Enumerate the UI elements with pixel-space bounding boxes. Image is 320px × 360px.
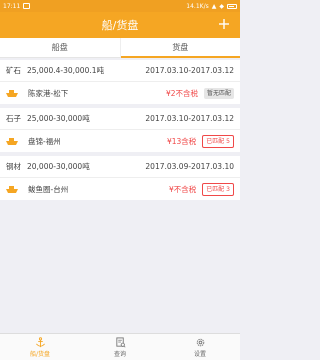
plus-icon <box>219 19 229 29</box>
battery-icon <box>227 3 237 9</box>
bottom-nav: 船/货盘 查询 设置 <box>0 333 240 360</box>
card-info-row: 石子 25,000-30,000吨 2017.03.10-2017.03.12 <box>0 108 240 130</box>
add-button[interactable] <box>214 14 234 34</box>
card-route-row: 陈家港-松下 ¥2不含税 暂无匹配 <box>0 82 240 104</box>
status-badge: 暂无匹配 <box>203 87 234 99</box>
cargo-type: 石子 <box>6 114 21 123</box>
nav-item-query[interactable]: 查询 <box>80 334 160 360</box>
card-info-row: 钢材 20,000-30,000吨 2017.03.09-2017.03.10 <box>0 156 240 178</box>
route: 盘锦-福州 <box>28 136 61 146</box>
cargo-quantity: 25,000-30,000吨 <box>27 114 90 123</box>
ship-icon <box>6 184 20 194</box>
nav-label: 查询 <box>113 350 126 358</box>
cargo-quantity: 20,000-30,000吨 <box>27 162 90 171</box>
card-route-row: 鲅鱼圈-台州 ¥不含税 已匹配 3 <box>0 178 240 200</box>
anchor-icon <box>35 336 45 347</box>
cargo-type: 钢材 <box>6 162 21 171</box>
price: ¥13含税 <box>166 136 197 146</box>
status-badge[interactable]: 已匹配 3 <box>202 182 234 196</box>
network-speed: 14.1K/s <box>186 2 209 10</box>
tab-cargo[interactable]: 货盘 <box>119 38 241 58</box>
price: ¥不含税 <box>168 184 197 194</box>
card-route-row: 盘锦-福州 ¥13含税 已匹配 5 <box>0 130 240 152</box>
nav-item-ship-cargo[interactable]: 船/货盘 <box>0 334 80 360</box>
list-item[interactable]: 矿石 25,000.4-30,000.1吨 2017.03.10-2017.03… <box>0 60 240 104</box>
date-range: 2017.03.09-2017.03.10 <box>145 162 234 171</box>
date-range: 2017.03.10-2017.03.12 <box>145 66 234 75</box>
status-badge[interactable]: 已匹配 5 <box>202 134 234 148</box>
nav-label: 船/货盘 <box>29 350 51 358</box>
cargo-type: 矿石 <box>6 66 21 75</box>
tab-ship-label: 船盘 <box>51 43 68 52</box>
price: ¥2不含税 <box>165 88 198 98</box>
route: 陈家港-松下 <box>28 88 69 98</box>
page-title: 船/货盘 <box>101 19 139 32</box>
gear-icon <box>196 338 204 346</box>
route: 鲅鱼圈-台州 <box>28 184 69 194</box>
cargo-quantity: 25,000.4-30,000.1吨 <box>27 66 105 75</box>
cargo-list: 矿石 25,000.4-30,000.1吨 2017.03.10-2017.03… <box>0 60 240 204</box>
date-range: 2017.03.10-2017.03.12 <box>145 114 234 123</box>
document-search-icon <box>115 336 126 348</box>
nav-label: 设置 <box>193 350 206 358</box>
wifi-icon: ◆ <box>219 2 224 10</box>
tab-bar: 船盘 货盘 <box>0 38 240 58</box>
ship-icon <box>6 88 20 98</box>
signal-icon: ▲ <box>211 2 217 10</box>
tab-ship[interactable]: 船盘 <box>0 38 120 57</box>
notification-icon <box>23 3 31 9</box>
status-time: 17:11 <box>3 2 21 10</box>
status-bar: 17:11 14.1K/s ▲ ◆ <box>0 0 240 12</box>
list-item[interactable]: 石子 25,000-30,000吨 2017.03.10-2017.03.12 … <box>0 108 240 152</box>
ship-icon <box>6 136 20 146</box>
tab-cargo-label: 货盘 <box>172 43 189 52</box>
nav-item-settings[interactable]: 设置 <box>160 334 240 360</box>
list-item[interactable]: 钢材 20,000-30,000吨 2017.03.09-2017.03.10 … <box>0 156 240 200</box>
card-info-row: 矿石 25,000.4-30,000.1吨 2017.03.10-2017.03… <box>0 60 240 82</box>
app-header: 船/货盘 <box>0 12 240 38</box>
